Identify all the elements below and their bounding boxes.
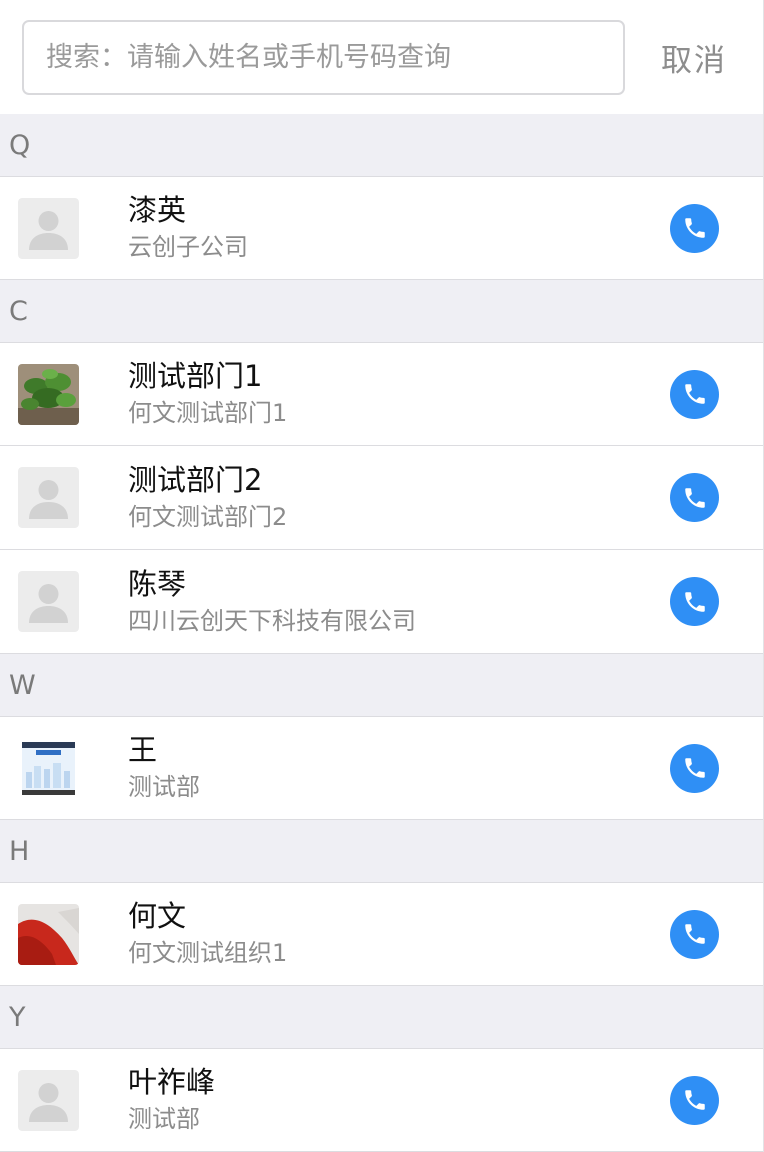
avatar: [18, 1069, 79, 1131]
contact-row[interactable]: 叶祚峰 测试部: [0, 1048, 763, 1152]
phone-icon: [682, 1087, 708, 1113]
contact-organization: 测试部: [128, 1105, 200, 1133]
contact-name: 陈琴: [128, 566, 187, 601]
contact-name: 漆英: [128, 193, 187, 227]
contact-row[interactable]: 陈琴四川云创天下科技有限公司: [0, 550, 763, 654]
avatar: [18, 903, 79, 965]
avatar: [18, 197, 79, 259]
contact-info: 何文何文测试组织1: [128, 898, 670, 970]
section-header: C: [0, 280, 763, 342]
contact-info: 王测试部: [128, 732, 670, 804]
contact-name: 王: [128, 733, 158, 767]
phone-icon: [682, 589, 708, 615]
contact-name: 叶祚峰: [128, 1065, 216, 1099]
call-button[interactable]: [670, 743, 719, 793]
section-header: W: [0, 654, 763, 716]
contact-row[interactable]: 漆英 云创子公司: [0, 176, 763, 280]
contact-row[interactable]: 测试部门2 何文测试部门2: [0, 446, 763, 550]
call-button[interactable]: [670, 1075, 719, 1125]
contact-organization: 何文测试部门1: [128, 399, 288, 427]
contact-organization: 测试部: [128, 773, 200, 801]
contact-info: 测试部门1 何文测试部门1: [128, 358, 670, 430]
contact-name: 测试部门1: [128, 359, 263, 393]
phone-icon: [682, 215, 708, 241]
contact-organization: 云创子公司: [128, 233, 248, 261]
section-header: Y: [0, 986, 763, 1048]
contact-name: 何文: [128, 899, 187, 933]
phone-icon: [682, 755, 708, 781]
call-button[interactable]: [670, 577, 719, 626]
call-button[interactable]: [670, 203, 719, 253]
phone-icon: [682, 921, 708, 947]
section-header: Q: [0, 114, 763, 176]
phone-icon: [682, 485, 708, 511]
call-button[interactable]: [670, 473, 719, 522]
avatar: [18, 737, 79, 799]
section-header: H: [0, 820, 763, 882]
phone-icon: [682, 381, 708, 407]
contact-row[interactable]: 测试部门1 何文测试部门1: [0, 342, 763, 446]
contact-name: 测试部门2: [128, 462, 263, 497]
search-input[interactable]: [22, 19, 625, 95]
contact-organization: 何文测试部门2: [128, 502, 288, 531]
cancel-button[interactable]: 取消: [661, 35, 727, 80]
contact-info: 叶祚峰 测试部: [128, 1064, 670, 1136]
contact-organization: 何文测试组织1: [128, 939, 288, 967]
contact-info: 陈琴四川云创天下科技有限公司: [128, 566, 670, 638]
avatar: [18, 571, 79, 632]
search-bar: 取消: [0, 0, 763, 114]
call-button[interactable]: [670, 909, 719, 959]
contact-row[interactable]: 王测试部: [0, 716, 763, 820]
contact-search-page: 取消 Q 漆英云创子公司 C 测试部门1 何文测试部门1 测试部门2 何文测试部门2 陈琴四川…: [0, 0, 764, 1152]
contact-info: 漆英 云创子公司: [128, 192, 670, 264]
call-button[interactable]: [670, 369, 719, 419]
avatar: [18, 363, 79, 425]
contact-row[interactable]: 何文何文测试组织1: [0, 882, 763, 986]
contact-organization: 四川云创天下科技有限公司: [128, 606, 416, 635]
contact-list: Q 漆英云创子公司 C 测试部门1 何文测试部门1 测试部门2 何文测试部门2 陈琴四川云创天…: [0, 114, 763, 1152]
contact-info: 测试部门2 何文测试部门2: [128, 462, 670, 534]
avatar: [18, 467, 79, 528]
